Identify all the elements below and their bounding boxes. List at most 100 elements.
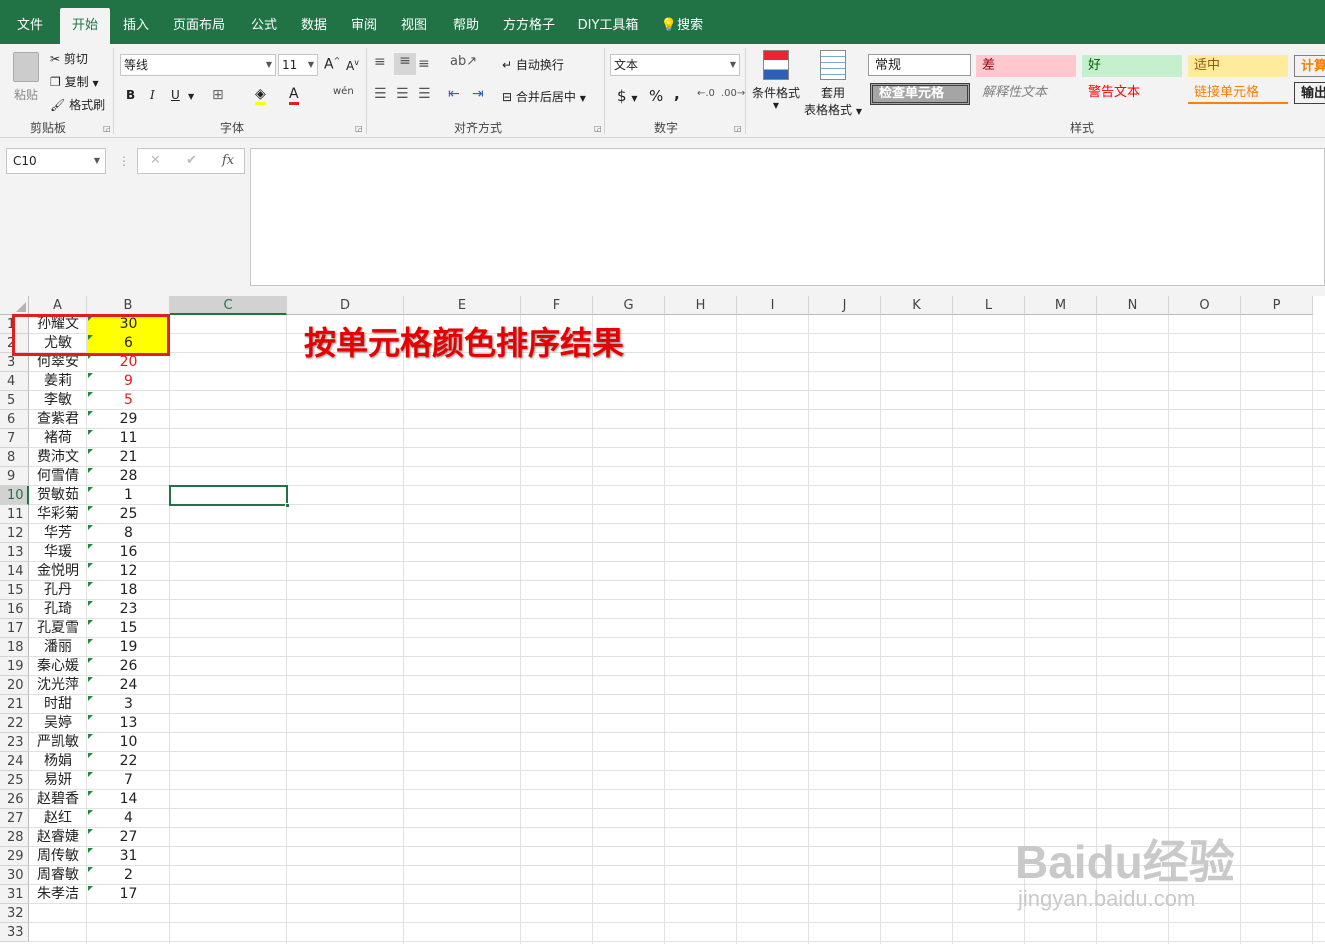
indent-decrease-icon[interactable]: ⇤: [448, 86, 460, 102]
name-box[interactable]: C10 ▼: [6, 148, 106, 174]
number-format-combo[interactable]: 文本 ▼: [610, 54, 740, 76]
cell-A8[interactable]: 费沛文: [29, 448, 87, 467]
cell-B26[interactable]: 14: [87, 790, 170, 809]
cell-A21[interactable]: 时甜: [29, 695, 87, 714]
formula-input[interactable]: [250, 148, 1325, 286]
column-header-P[interactable]: P: [1241, 296, 1313, 315]
tab-7[interactable]: 视图: [390, 8, 438, 44]
cell-B22[interactable]: 13: [87, 714, 170, 733]
cell-B6[interactable]: 29: [87, 410, 170, 429]
cell-B7[interactable]: 11: [87, 429, 170, 448]
shrink-font-button[interactable]: Av: [346, 58, 359, 73]
fill-color-icon[interactable]: ◈: [255, 86, 266, 105]
wrap-text-button[interactable]: ↵ 自动换行: [502, 56, 564, 73]
cell-B25[interactable]: 7: [87, 771, 170, 790]
column-header-G[interactable]: G: [593, 296, 665, 315]
fill-handle[interactable]: [285, 503, 290, 508]
row-header-29[interactable]: 29: [0, 847, 29, 866]
cell-B17[interactable]: 15: [87, 619, 170, 638]
tab-1[interactable]: 开始: [60, 8, 110, 44]
style-normal[interactable]: 常规: [868, 54, 971, 76]
column-header-E[interactable]: E: [404, 296, 521, 315]
row-header-17[interactable]: 17: [0, 619, 29, 638]
dialog-launcher-icon[interactable]: ◲: [103, 124, 111, 133]
column-header-O[interactable]: O: [1169, 296, 1241, 315]
cell-A17[interactable]: 孔夏雪: [29, 619, 87, 638]
cell-B21[interactable]: 3: [87, 695, 170, 714]
underline-button[interactable]: U: [171, 88, 180, 102]
cell-A16[interactable]: 孔琦: [29, 600, 87, 619]
cell-A6[interactable]: 查紫君: [29, 410, 87, 429]
align-bottom-icon[interactable]: ≡: [418, 56, 430, 72]
row-header-27[interactable]: 27: [0, 809, 29, 828]
tab-5[interactable]: 数据: [290, 8, 338, 44]
column-header-C[interactable]: C: [170, 296, 287, 315]
column-header-J[interactable]: J: [809, 296, 881, 315]
cell-B24[interactable]: 22: [87, 752, 170, 771]
column-header-I[interactable]: I: [737, 296, 809, 315]
style-explanatory[interactable]: 解释性文本: [976, 82, 1076, 104]
cancel-icon[interactable]: ✕: [150, 153, 161, 168]
row-header-12[interactable]: 12: [0, 524, 29, 543]
row-header-32[interactable]: 32: [0, 904, 29, 923]
cell-B11[interactable]: 25: [87, 505, 170, 524]
cell-A22[interactable]: 吴婷: [29, 714, 87, 733]
align-right-icon[interactable]: ☰: [418, 86, 431, 102]
cell-A23[interactable]: 严凯敏: [29, 733, 87, 752]
font-size-combo[interactable]: 11 ▼: [278, 54, 318, 76]
dialog-launcher-icon[interactable]: ◲: [355, 124, 363, 133]
tab-8[interactable]: 帮助: [442, 8, 490, 44]
orientation-icon[interactable]: ab↗: [450, 54, 477, 69]
phonetic-button[interactable]: wén: [333, 86, 354, 97]
column-header-A[interactable]: A: [29, 296, 87, 315]
cell-A29[interactable]: 周传敏: [29, 847, 87, 866]
cell-B29[interactable]: 31: [87, 847, 170, 866]
cell-A14[interactable]: 金悦明: [29, 562, 87, 581]
dialog-launcher-icon[interactable]: ◲: [734, 124, 742, 133]
comma-button[interactable]: ,: [674, 85, 680, 103]
row-header-25[interactable]: 25: [0, 771, 29, 790]
chevron-down-icon[interactable]: ▼: [188, 92, 194, 101]
row-header-20[interactable]: 20: [0, 676, 29, 695]
row-header-18[interactable]: 18: [0, 638, 29, 657]
style-linked-cell[interactable]: 链接单元格: [1188, 82, 1288, 104]
font-color-icon[interactable]: A: [289, 86, 299, 105]
tab-9[interactable]: 方方格子: [494, 8, 564, 44]
cell-B8[interactable]: 21: [87, 448, 170, 467]
paste-button[interactable]: 粘贴: [8, 50, 44, 116]
cell-B30[interactable]: 2: [87, 866, 170, 885]
cell-A24[interactable]: 杨娟: [29, 752, 87, 771]
worksheet-grid[interactable]: A B C D E F G H I J K L M N O P 1 2 3 4 5 6 7 8 9 10 11 12 13 14 15 16 1…: [0, 296, 1325, 944]
italic-button[interactable]: I: [150, 88, 155, 102]
enter-icon[interactable]: ✔: [186, 153, 197, 168]
column-header-K[interactable]: K: [881, 296, 953, 315]
cell-B14[interactable]: 12: [87, 562, 170, 581]
row-header-22[interactable]: 22: [0, 714, 29, 733]
font-name-combo[interactable]: 等线 ▼: [120, 54, 276, 76]
row-header-23[interactable]: 23: [0, 733, 29, 752]
row-header-15[interactable]: 15: [0, 581, 29, 600]
row-header-28[interactable]: 28: [0, 828, 29, 847]
cell-B28[interactable]: 27: [87, 828, 170, 847]
row-header-26[interactable]: 26: [0, 790, 29, 809]
row-header-24[interactable]: 24: [0, 752, 29, 771]
cell-B13[interactable]: 16: [87, 543, 170, 562]
merge-center-button[interactable]: ⊟ 合并后居中 ▼: [502, 88, 586, 105]
row-header-6[interactable]: 6: [0, 410, 29, 429]
cell-B4[interactable]: 9: [87, 372, 170, 391]
row-header-4[interactable]: 4: [0, 372, 29, 391]
align-left-icon[interactable]: ☰: [374, 86, 387, 102]
cell-A13[interactable]: 华瑗: [29, 543, 87, 562]
tab-6[interactable]: 审阅: [340, 8, 388, 44]
row-header-7[interactable]: 7: [0, 429, 29, 448]
row-header-5[interactable]: 5: [0, 391, 29, 410]
decrease-decimal-icon[interactable]: .00→: [721, 88, 745, 99]
cell-A25[interactable]: 易妍: [29, 771, 87, 790]
selected-cell[interactable]: [169, 485, 288, 506]
row-header-31[interactable]: 31: [0, 885, 29, 904]
column-header-B[interactable]: B: [87, 296, 170, 315]
style-neutral[interactable]: 适中: [1188, 55, 1288, 77]
column-header-M[interactable]: M: [1025, 296, 1097, 315]
row-header-33[interactable]: 33: [0, 923, 29, 942]
row-header-16[interactable]: 16: [0, 600, 29, 619]
